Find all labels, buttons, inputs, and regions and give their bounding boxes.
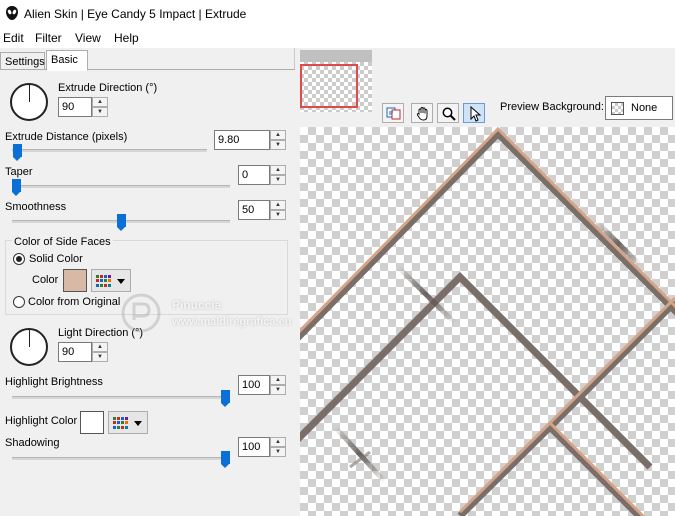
tab-basic[interactable]: Basic bbox=[46, 50, 88, 71]
highlight-brightness-input[interactable]: 100 ▲ ▼ bbox=[238, 375, 286, 395]
highlight-brightness-label: Highlight Brightness bbox=[5, 376, 103, 388]
extrude-direction-dial[interactable] bbox=[10, 83, 48, 121]
highlight-brightness-value: 100 bbox=[242, 379, 261, 391]
extrude-direction-value: 90 bbox=[62, 101, 75, 113]
extrude-distance-up-button[interactable]: ▲ bbox=[270, 130, 286, 140]
solid-color-label: Solid Color bbox=[29, 253, 83, 265]
title-bar: Alien Skin | Eye Candy 5 Impact | Extrud… bbox=[0, 0, 675, 28]
window-title: Alien Skin | Eye Candy 5 Impact | Extrud… bbox=[24, 7, 247, 21]
shadowing-slider-thumb[interactable] bbox=[221, 451, 230, 468]
cycle-view-tool-button[interactable] bbox=[382, 103, 404, 123]
preview-background-label: Preview Background: bbox=[500, 101, 604, 113]
zoom-tool-button[interactable] bbox=[437, 103, 459, 123]
shadowing-label: Shadowing bbox=[5, 437, 60, 449]
navigator-view-rect[interactable] bbox=[300, 64, 358, 108]
smoothness-slider-thumb[interactable] bbox=[117, 214, 126, 231]
magnifier-icon bbox=[442, 107, 456, 121]
chevron-down-icon bbox=[117, 279, 125, 284]
palette-icon bbox=[96, 275, 111, 287]
menu-filter[interactable]: Filter bbox=[35, 31, 62, 45]
preview-canvas[interactable] bbox=[300, 127, 675, 516]
shadowing-down-button[interactable]: ▼ bbox=[270, 447, 286, 457]
smoothness-input[interactable]: 50 ▲ ▼ bbox=[238, 200, 286, 220]
transparency-swatch-icon bbox=[611, 102, 624, 115]
solid-color-radio[interactable] bbox=[13, 253, 25, 265]
shadowing-input[interactable]: 100 ▲ ▼ bbox=[238, 437, 286, 457]
shadowing-slider-track[interactable] bbox=[12, 457, 230, 460]
taper-up-button[interactable]: ▲ bbox=[270, 165, 286, 175]
menu-view[interactable]: View bbox=[75, 31, 101, 45]
light-direction-value: 90 bbox=[62, 346, 75, 358]
taper-label: Taper bbox=[5, 166, 33, 178]
highlight-color-label: Highlight Color bbox=[5, 415, 78, 427]
extrude-direction-input[interactable]: 90 ▲ ▼ bbox=[58, 97, 108, 117]
highlight-brightness-down-button[interactable]: ▼ bbox=[270, 385, 286, 395]
hand-icon bbox=[416, 107, 428, 121]
light-direction-input[interactable]: 90 ▲ ▼ bbox=[58, 342, 108, 362]
extrude-distance-slider-thumb[interactable] bbox=[13, 144, 22, 161]
extrude-preview-image bbox=[300, 127, 675, 516]
taper-value: 0 bbox=[242, 169, 249, 181]
smoothness-down-button[interactable]: ▼ bbox=[270, 210, 286, 220]
extrude-direction-down-button[interactable]: ▼ bbox=[92, 107, 108, 117]
color-from-original-label: Color from Original bbox=[28, 296, 121, 308]
light-direction-up-button[interactable]: ▲ bbox=[92, 342, 108, 352]
light-direction-dial[interactable] bbox=[10, 328, 48, 366]
side-face-color-swatch[interactable] bbox=[63, 269, 87, 292]
preview-background-value: None bbox=[631, 102, 658, 114]
extrude-direction-up-button[interactable]: ▲ bbox=[92, 97, 108, 107]
shadowing-up-button[interactable]: ▲ bbox=[270, 437, 286, 447]
menu-bar: Edit Filter View Help bbox=[0, 28, 675, 48]
side-faces-group-label: Color of Side Faces bbox=[12, 236, 113, 248]
side-face-palette-button[interactable] bbox=[91, 269, 131, 292]
cycle-view-icon bbox=[386, 107, 401, 120]
extrude-direction-label: Extrude Direction (°) bbox=[58, 82, 158, 94]
taper-down-button[interactable]: ▼ bbox=[270, 175, 286, 185]
color-label: Color bbox=[32, 274, 59, 286]
highlight-brightness-slider-thumb[interactable] bbox=[221, 390, 230, 407]
smoothness-label: Smoothness bbox=[5, 201, 67, 213]
arrow-pointer-icon bbox=[470, 106, 482, 122]
highlight-brightness-up-button[interactable]: ▲ bbox=[270, 375, 286, 385]
extrude-distance-label: Extrude Distance (pixels) bbox=[5, 131, 128, 143]
hand-tool-button[interactable] bbox=[411, 103, 433, 123]
menu-edit[interactable]: Edit bbox=[3, 31, 24, 45]
smoothness-up-button[interactable]: ▲ bbox=[270, 200, 286, 210]
shadowing-value: 100 bbox=[242, 441, 261, 453]
taper-input[interactable]: 0 ▲ ▼ bbox=[238, 165, 286, 185]
smoothness-value: 50 bbox=[242, 204, 255, 216]
extrude-distance-slider-track[interactable] bbox=[12, 149, 207, 152]
highlight-palette-button[interactable] bbox=[108, 411, 148, 434]
alien-skin-icon bbox=[6, 6, 18, 20]
taper-slider-thumb[interactable] bbox=[12, 179, 21, 196]
preview-panel: Preview Background: None bbox=[296, 48, 675, 516]
color-from-original-radio[interactable] bbox=[13, 296, 25, 308]
highlight-color-swatch[interactable] bbox=[80, 411, 104, 434]
light-direction-label: Light Direction (°) bbox=[58, 327, 144, 339]
extrude-distance-value: 9.80 bbox=[218, 134, 240, 146]
menu-help[interactable]: Help bbox=[114, 31, 139, 45]
preview-background-select[interactable]: None bbox=[605, 96, 673, 120]
select-tool-button[interactable] bbox=[463, 103, 485, 123]
taper-slider-track[interactable] bbox=[12, 185, 230, 188]
extrude-distance-input[interactable]: 9.80 ▲ ▼ bbox=[214, 130, 286, 150]
palette-icon bbox=[113, 417, 128, 429]
extrude-distance-down-button[interactable]: ▼ bbox=[270, 140, 286, 150]
chevron-down-icon bbox=[134, 421, 142, 426]
light-direction-down-button[interactable]: ▼ bbox=[92, 352, 108, 362]
highlight-brightness-slider-track[interactable] bbox=[12, 396, 230, 399]
